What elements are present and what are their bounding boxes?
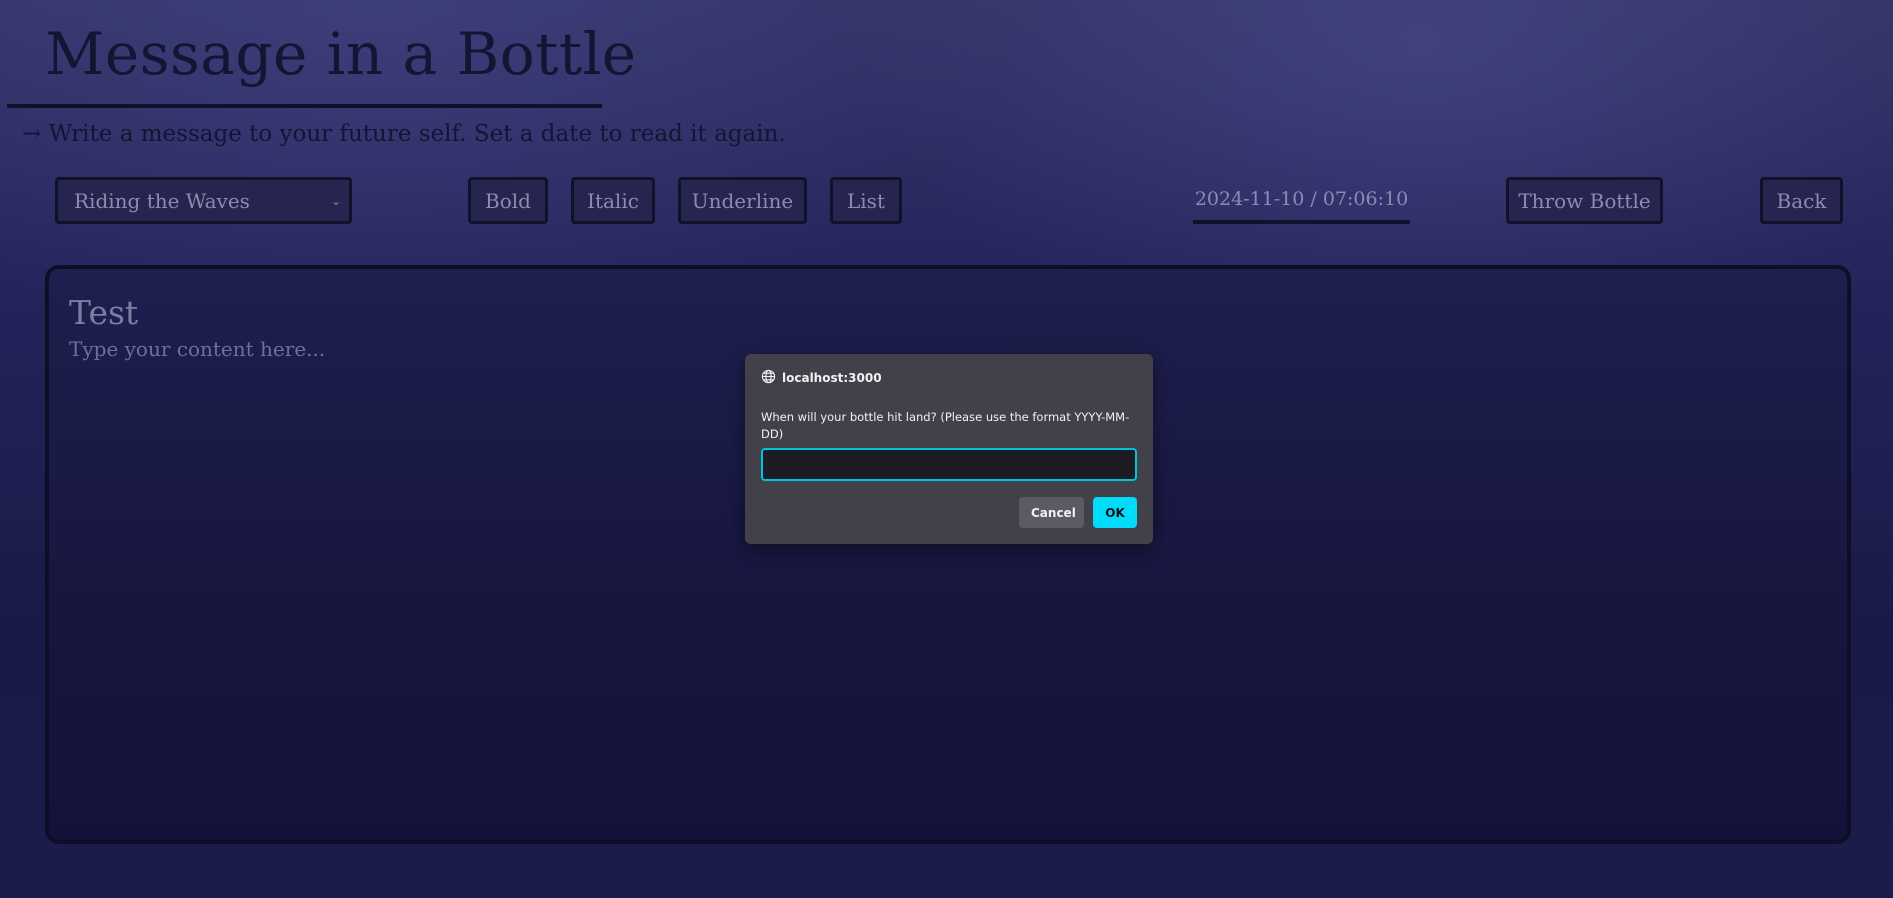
dialog-actions: Cancel OK [1019, 497, 1137, 528]
throw-bottle-button[interactable]: Throw Bottle [1506, 177, 1663, 224]
datetime-display[interactable]: 2024-11-10 / 07:06:10 [1193, 177, 1410, 224]
underline-button[interactable]: Underline [678, 177, 807, 224]
date-input[interactable] [761, 448, 1137, 482]
back-button[interactable]: Back [1760, 177, 1843, 224]
dialog-message: When will your bottle hit land? (Please … [761, 410, 1130, 441]
title-underline [7, 104, 602, 108]
globe-icon [761, 369, 776, 387]
chevron-down-icon: ⌄ [330, 193, 341, 208]
bold-button[interactable]: Bold [468, 177, 548, 224]
theme-select-value: Riding the Waves [74, 188, 250, 213]
dialog-origin: localhost:3000 [782, 371, 882, 385]
italic-button[interactable]: Italic [571, 177, 655, 224]
cancel-button[interactable]: Cancel [1019, 497, 1084, 528]
ok-button[interactable]: OK [1093, 497, 1137, 528]
message-editor[interactable]: Test Type your content here... [45, 265, 1851, 844]
page-subtitle: → Write a message to your future self. S… [22, 121, 786, 147]
page-title: Message in a Bottle [45, 20, 637, 88]
list-button[interactable]: List [830, 177, 902, 224]
prompt-dialog: localhost:3000 When will your bottle hit… [745, 354, 1153, 544]
editor-title[interactable]: Test [69, 294, 1827, 331]
dialog-header: localhost:3000 [761, 369, 1137, 387]
theme-select[interactable]: Riding the Waves ⌄ [55, 177, 352, 224]
